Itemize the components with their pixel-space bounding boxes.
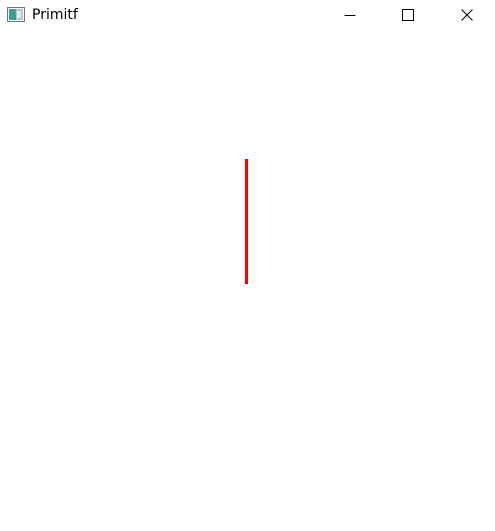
close-button[interactable] — [444, 0, 490, 30]
app-window: Primitf — [0, 0, 495, 531]
close-icon — [461, 9, 473, 21]
window-app-icon — [7, 7, 25, 22]
canvas-svg — [245, 159, 248, 284]
title-bar[interactable]: Primitf — [0, 0, 495, 30]
drawing-canvas — [0, 30, 495, 531]
minimize-button[interactable] — [327, 0, 373, 30]
minimize-icon — [344, 9, 356, 21]
maximize-icon — [402, 9, 414, 21]
window-title: Primitf — [32, 7, 78, 23]
maximize-button[interactable] — [385, 0, 431, 30]
